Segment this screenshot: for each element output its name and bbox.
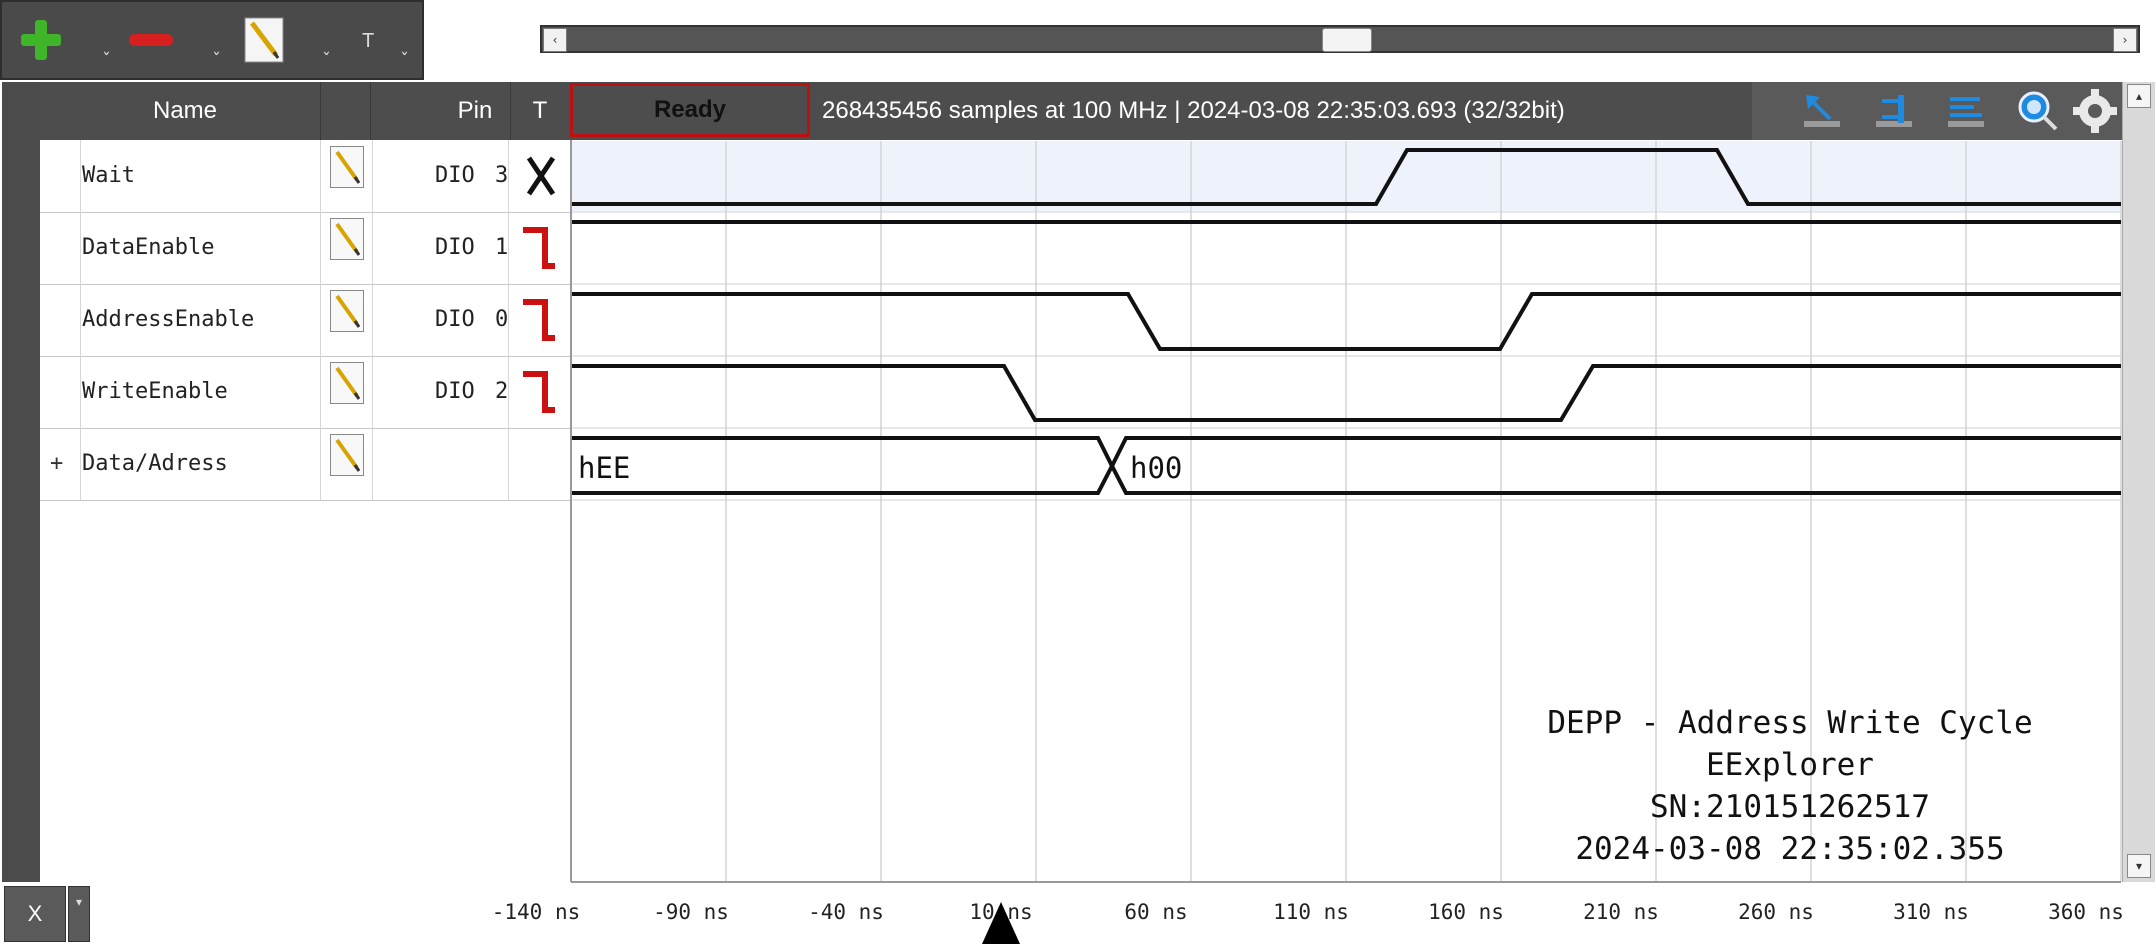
time-tick-label: 60 ns: [1124, 900, 1188, 924]
time-tick-label: 110 ns: [1273, 900, 1349, 924]
trigger-cursor-marker[interactable]: [982, 902, 1020, 944]
bus-value: hEE: [578, 451, 630, 485]
x-axis-button[interactable]: X: [4, 886, 66, 942]
time-tick-label: -90 ns: [653, 900, 729, 924]
time-tick-label: 310 ns: [1893, 900, 1969, 924]
time-tick-label: 210 ns: [1583, 900, 1659, 924]
time-tick-label: 360 ns: [2048, 900, 2124, 924]
time-tick-label: 260 ns: [1738, 900, 1814, 924]
annotation-title: DEPP - Address Write Cycle: [1547, 705, 2033, 741]
chevron-down-icon[interactable]: ▾: [68, 886, 90, 942]
bus-value: h00: [1130, 451, 1182, 485]
annotation-timestamp: 2024-03-08 22:35:02.355: [1575, 831, 2005, 867]
time-tick-label: 160 ns: [1428, 900, 1504, 924]
annotation-device: EExplorer: [1706, 747, 1874, 783]
time-tick-label: -40 ns: [808, 900, 884, 924]
time-tick-label: -140 ns: [491, 900, 581, 924]
annotation-serial: SN:210151262517: [1650, 789, 1930, 825]
